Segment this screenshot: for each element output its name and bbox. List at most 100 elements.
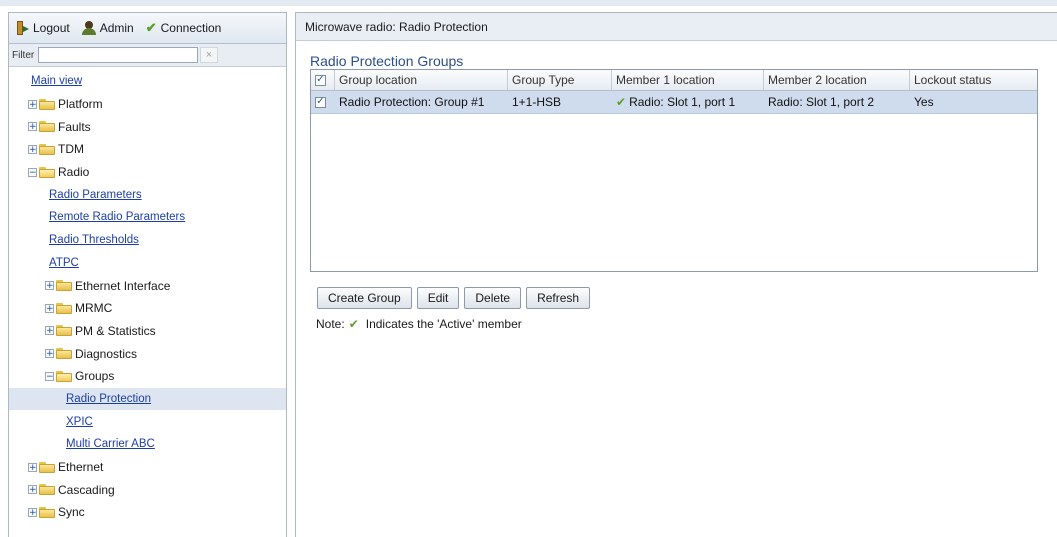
active-check-icon: ✔ <box>348 317 359 331</box>
table-row[interactable]: ✓ Radio Protection: Group #1 1+1-HSB ✔ R… <box>311 91 1037 114</box>
logout-button[interactable]: Logout <box>17 21 70 35</box>
active-member-note: Note: ✔ Indicates the 'Active' member <box>316 317 522 331</box>
column-header-lockout[interactable]: Lockout status <box>910 70 1037 90</box>
tree-item-main-view[interactable]: Main view <box>9 70 286 93</box>
section-title: Radio Protection Groups <box>310 53 464 69</box>
row-checkbox[interactable]: ✓ <box>315 96 326 108</box>
delete-button[interactable]: Delete <box>464 287 522 309</box>
collapse-icon[interactable]: − <box>28 167 37 177</box>
expand-icon[interactable]: + <box>45 303 54 313</box>
connection-button[interactable]: ✔ Connection <box>146 20 222 36</box>
tree-item-label[interactable]: ATPC <box>49 257 79 269</box>
filter-bar: Filter × <box>9 44 286 67</box>
tree-item-label: MRMC <box>75 301 113 316</box>
tree-item-label[interactable]: Radio Protection <box>66 393 151 405</box>
collapse-icon[interactable]: − <box>45 371 54 381</box>
tree-item-platform[interactable]: + Platform <box>9 93 286 116</box>
row-select-cell: ✓ <box>311 91 335 113</box>
tree-item-groups[interactable]: − Groups <box>9 365 286 388</box>
tree-item-cascading[interactable]: + Cascading <box>9 478 286 501</box>
top-toolbar: Logout Admin ✔ Connection <box>9 13 286 44</box>
tree-item-faults[interactable]: + Faults <box>9 115 286 138</box>
folder-icon <box>39 98 55 110</box>
active-member-check-icon: ✔ <box>616 95 627 109</box>
tree-item-label: Radio <box>58 165 90 180</box>
logout-label: Logout <box>33 21 70 35</box>
tree-item-remote-radio-parameters[interactable]: Remote Radio Parameters <box>9 206 286 229</box>
connection-label: Connection <box>160 21 222 35</box>
tree-item-label: Faults <box>58 119 91 134</box>
tree-item-atpc[interactable]: ATPC <box>9 252 286 275</box>
tree-item-label: Diagnostics <box>75 346 138 361</box>
tree-item-radio[interactable]: − Radio <box>9 161 286 184</box>
column-header-member1[interactable]: Member 1 location <box>612 70 764 90</box>
tree-item-multi-carrier-abc[interactable]: Multi Carrier ABC <box>9 433 286 456</box>
folder-icon <box>56 280 72 292</box>
column-header-member2[interactable]: Member 2 location <box>764 70 910 90</box>
folder-icon <box>56 325 72 337</box>
expand-icon[interactable]: + <box>28 485 37 495</box>
tree-item-radio-parameters[interactable]: Radio Parameters <box>9 183 286 206</box>
clear-filter-icon[interactable]: × <box>200 47 218 63</box>
column-header-group-location[interactable]: Group location <box>335 70 508 90</box>
filter-label: Filter <box>12 49 35 61</box>
tree-item-label: Groups <box>75 369 115 384</box>
tree-item-label[interactable]: Radio Thresholds <box>49 234 139 246</box>
edit-button[interactable]: Edit <box>416 287 460 309</box>
expand-icon[interactable]: + <box>45 281 54 291</box>
cell-group-type: 1+1-HSB <box>512 95 562 109</box>
folder-icon <box>39 506 55 518</box>
tree-item-radio-protection[interactable]: Radio Protection <box>9 387 286 411</box>
tree-item-label: Platform <box>58 97 103 112</box>
cell-member1: ✔ Radio: Slot 1, port 1 <box>612 91 764 113</box>
tree-item-mrmc[interactable]: + MRMC <box>9 297 286 320</box>
expand-icon[interactable]: + <box>28 122 37 132</box>
tree-item-tdm[interactable]: + TDM <box>9 138 286 161</box>
tree-item-diagnostics[interactable]: + Diagnostics <box>9 342 286 365</box>
member1-value: Radio: Slot 1, port 1 <box>629 95 736 109</box>
tree-item-ethernet[interactable]: + Ethernet <box>9 456 286 479</box>
tree-item-radio-thresholds[interactable]: Radio Thresholds <box>9 229 286 252</box>
folder-icon <box>39 121 55 133</box>
tree-item-pm-statistics[interactable]: + PM & Statistics <box>9 320 286 343</box>
admin-button[interactable]: Admin <box>81 21 134 35</box>
note-prefix: Note: <box>316 317 345 331</box>
open-folder-icon <box>39 166 55 178</box>
navigation-panel: Logout Admin ✔ Connection Filter × Main … <box>8 12 287 537</box>
create-group-button[interactable]: Create Group <box>317 287 412 309</box>
tree-item-label[interactable]: Multi Carrier ABC <box>66 438 155 450</box>
select-all-checkbox[interactable]: ✓ <box>315 74 326 86</box>
folder-icon <box>39 484 55 496</box>
refresh-button[interactable]: Refresh <box>526 287 591 309</box>
folder-icon <box>39 461 55 473</box>
folder-icon <box>39 143 55 155</box>
expand-icon[interactable]: + <box>28 99 37 109</box>
tree-item-sync[interactable]: + Sync <box>9 501 286 524</box>
column-header-group-type[interactable]: Group Type <box>508 70 612 90</box>
protection-groups-table: ✓ Group location Group Type Member 1 loc… <box>310 69 1038 272</box>
tree-item-label[interactable]: XPIC <box>66 416 93 428</box>
cell-lockout-status: Yes <box>914 95 934 109</box>
tree-item-label[interactable]: Radio Parameters <box>49 189 142 201</box>
folder-icon <box>56 302 72 314</box>
tree-item-label: Cascading <box>58 482 115 497</box>
expand-icon[interactable]: + <box>28 507 37 517</box>
tree-item-xpic[interactable]: XPIC <box>9 410 286 433</box>
cell-member2: Radio: Slot 1, port 2 <box>768 95 875 109</box>
tree-item-label: Ethernet <box>58 460 104 475</box>
tree-item-label[interactable]: Main view <box>31 75 82 87</box>
table-header: ✓ Group location Group Type Member 1 loc… <box>311 70 1037 91</box>
expand-icon[interactable]: + <box>28 144 37 154</box>
folder-icon <box>56 348 72 360</box>
checkmark-icon: ✔ <box>145 20 157 35</box>
admin-label: Admin <box>99 21 134 35</box>
expand-icon[interactable]: + <box>28 462 37 472</box>
open-folder-icon <box>56 370 72 382</box>
tree-item-label: Sync <box>58 505 85 520</box>
expand-icon[interactable]: + <box>45 349 54 359</box>
tree-item-label: PM & Statistics <box>75 323 156 338</box>
filter-input[interactable] <box>38 47 198 63</box>
tree-item-label[interactable]: Remote Radio Parameters <box>49 211 185 223</box>
tree-item-ethernet-interface[interactable]: + Ethernet Interface <box>9 274 286 297</box>
expand-icon[interactable]: + <box>45 326 54 336</box>
